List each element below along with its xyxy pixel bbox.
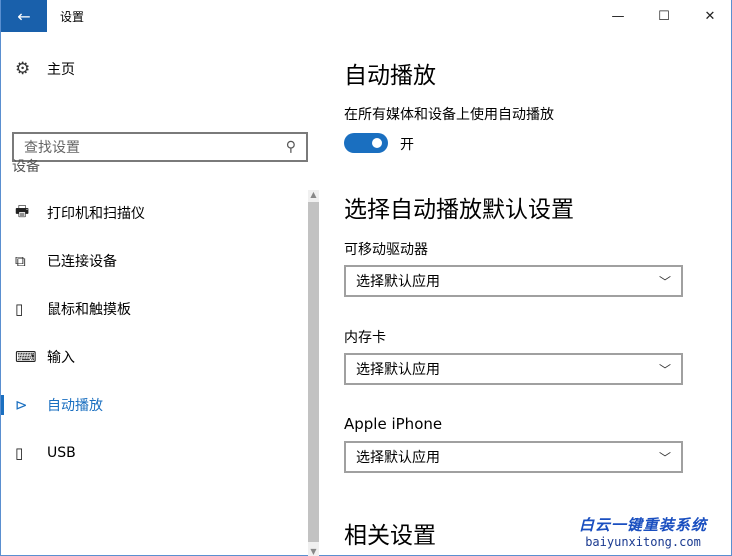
- usb-icon: ▯: [15, 444, 24, 462]
- back-button[interactable]: ←: [1, 0, 47, 32]
- search-icon[interactable]: ⚲: [286, 139, 296, 155]
- scroll-down-icon[interactable]: ▼: [308, 547, 319, 556]
- sidebar-item-label: USB: [47, 445, 76, 461]
- memory-card-label: 内存卡: [344, 330, 386, 346]
- sidebar-item-mouse[interactable]: ▯ 鼠标和触摸板: [1, 285, 301, 333]
- scrollbar-thumb[interactable]: [308, 202, 319, 542]
- search-input[interactable]: 查找设置 ⚲: [12, 132, 308, 162]
- watermark: 白云一键重装系统 baiyunxitong.com: [579, 514, 707, 549]
- autoplay-toggle[interactable]: [344, 133, 388, 153]
- watermark-url: baiyunxitong.com: [585, 535, 701, 549]
- chevron-down-icon: ﹀: [658, 362, 671, 377]
- content-pane: 自动播放 在所有媒体和设备上使用自动播放 开 选择自动播放默认设置 可移动驱动器…: [344, 32, 731, 555]
- memory-card-dropdown[interactable]: 选择默认应用 ﹀: [344, 353, 683, 385]
- sidebar-item-label: 已连接设备: [47, 254, 117, 270]
- sidebar-item-connected-devices[interactable]: ⧉ 已连接设备: [1, 237, 301, 285]
- removable-drive-dropdown[interactable]: 选择默认应用 ﹀: [344, 265, 683, 297]
- watermark-text: 白云一键重装系统: [579, 516, 708, 534]
- keyboard-icon: ⌨: [15, 348, 37, 366]
- search-placeholder: 查找设置: [24, 140, 80, 156]
- autoplay-icon: ⊳: [15, 396, 28, 414]
- dropdown-value: 选择默认应用: [356, 362, 440, 378]
- sidebar-item-typing[interactable]: ⌨ 输入: [1, 333, 301, 381]
- dropdown-value: 选择默认应用: [356, 450, 440, 466]
- chevron-down-icon: ﹀: [658, 450, 671, 465]
- chevron-down-icon: ﹀: [658, 274, 671, 289]
- iphone-label: Apple iPhone: [344, 415, 443, 433]
- home-label: 主页: [47, 62, 75, 78]
- related-settings-heading: 相关设置: [344, 523, 436, 549]
- group-heading: 设备: [12, 159, 40, 175]
- sidebar: ⚙ 主页 查找设置 ⚲ 设备 🖶 打印机和扫描仪 ⧉ 已连接设备 ▯ 鼠标和触摸板 ⌨…: [1, 32, 321, 556]
- defaults-heading: 选择自动播放默认设置: [344, 197, 574, 223]
- sidebar-item-label: 自动播放: [47, 398, 103, 414]
- mouse-icon: ▯: [15, 300, 24, 318]
- removable-drive-label: 可移动驱动器: [344, 242, 428, 258]
- maximize-button[interactable]: ☐: [641, 0, 687, 32]
- sidebar-item-printers[interactable]: 🖶 打印机和扫描仪: [1, 189, 301, 237]
- iphone-dropdown[interactable]: 选择默认应用 ﹀: [344, 441, 683, 473]
- sidebar-item-usb[interactable]: ▯ USB: [1, 429, 301, 477]
- close-button[interactable]: ✕: [687, 0, 732, 32]
- settings-window: ← 设置 — ☐ ✕ ⚙ 主页 查找设置 ⚲ 设备 🖶 打印机和扫描仪 ⧉ 已连接设…: [0, 0, 732, 556]
- sidebar-scrollbar[interactable]: ▲ ▼: [308, 190, 319, 556]
- scroll-up-icon[interactable]: ▲: [308, 190, 319, 199]
- home-link[interactable]: ⚙ 主页: [15, 59, 75, 79]
- sidebar-item-label: 输入: [47, 350, 75, 366]
- gear-icon: ⚙: [15, 59, 31, 79]
- printer-icon: 🖶: [15, 201, 30, 220]
- arrow-left-icon: ←: [17, 6, 31, 26]
- sidebar-item-label: 鼠标和触摸板: [47, 302, 131, 318]
- title-bar: ← 设置 — ☐ ✕: [1, 0, 732, 32]
- window-title: 设置: [60, 10, 85, 24]
- dropdown-value: 选择默认应用: [356, 274, 440, 290]
- sidebar-item-label: 打印机和扫描仪: [47, 206, 145, 222]
- page-title: 自动播放: [344, 63, 436, 89]
- devices-icon: ⧉: [15, 252, 26, 270]
- toggle-state: 开: [400, 137, 414, 153]
- sidebar-item-autoplay[interactable]: ⊳ 自动播放: [1, 381, 301, 429]
- minimize-button[interactable]: —: [595, 0, 641, 32]
- toggle-description: 在所有媒体和设备上使用自动播放: [344, 107, 554, 123]
